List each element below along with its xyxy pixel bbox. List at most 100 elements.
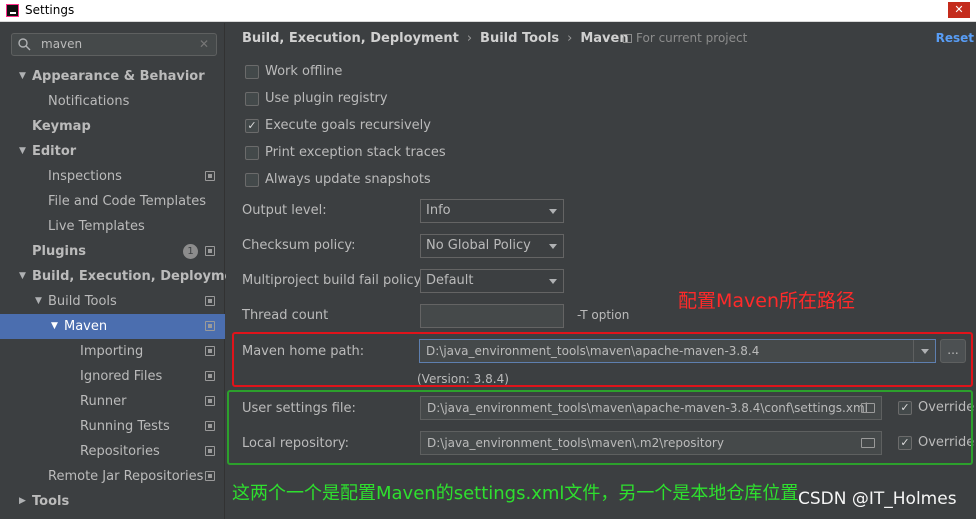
sidebar-item-label: Build Tools [48,294,117,309]
check-icon[interactable]: ✓ [245,119,259,133]
sidebar-item-running-tests[interactable]: Running Tests [0,414,225,439]
sidebar-item-label: Notifications [48,94,130,109]
sidebar-item-label: Live Templates [48,219,145,234]
chevron-down-icon[interactable]: ▼ [19,64,26,89]
maven-home-highlight-box [232,332,973,387]
sidebar-item-appearance-behavior[interactable]: ▼ Appearance & Behavior [0,64,225,89]
sidebar-item-label: Importing [80,344,144,359]
project-scope-icon [205,171,215,181]
close-window-button[interactable]: ✕ [948,2,970,18]
project-scope-icon [205,396,215,406]
breadcrumb-separator: › [466,31,473,46]
checksum-policy-label: Checksum policy: [242,238,356,253]
breadcrumb: Build, Execution, Deployment › Build Tools… [242,31,629,46]
fail-policy-label: Multiproject build fail policy: [242,273,425,288]
project-scope-icon [205,296,215,306]
project-scope-icon [205,346,215,356]
sidebar-item-tools[interactable]: ▶ Tools [0,489,225,514]
sidebar-item-label: Inspections [48,169,122,184]
breadcrumb-item[interactable]: Build, Execution, Deployment [242,31,459,46]
sidebar-item-file-code-templates[interactable]: File and Code Templates [0,189,225,214]
sidebar-item-build-tools[interactable]: ▼ Build Tools [0,289,225,314]
sidebar-item-label: Editor [32,144,77,159]
settings-sidebar: maven ✕ ▼ Appearance & Behavior Notifica… [0,23,249,519]
checkbox-label: Always update snapshots [265,172,431,187]
clear-search-icon[interactable]: ✕ [199,37,209,51]
sidebar-item-plugins[interactable]: Plugins 1 [0,239,225,264]
fail-policy-value: Default [426,273,474,288]
sidebar-item-label: Repositories [80,444,160,459]
for-current-project-note: For current project [623,31,747,45]
chevron-down-icon[interactable]: ▼ [35,289,42,314]
sidebar-item-ignored-files[interactable]: Ignored Files [0,364,225,389]
sidebar-item-build-execution-deployment[interactable]: ▼ Build, Execution, Deployment [0,264,249,289]
chevron-down-icon [549,244,557,249]
thread-count-input[interactable] [420,304,564,328]
for-project-label: For current project [636,31,748,45]
sidebar-item-label: Ignored Files [80,369,163,384]
breadcrumb-item[interactable]: Build Tools [480,31,559,46]
project-scope-icon [205,371,215,381]
checkbox-label: Work offline [265,64,343,79]
search-input[interactable]: maven [41,37,82,51]
project-scope-icon [623,34,632,43]
sidebar-item-label: Build, Execution, Deployment [32,269,249,284]
thread-count-label: Thread count [242,308,329,323]
chevron-down-icon[interactable]: ▶ [19,489,26,514]
checkbox-label: Use plugin registry [265,91,388,106]
checkbox-label: Execute goals recursively [265,118,431,133]
csdn-watermark: CSDN @IT_Holmes [798,489,957,509]
plugins-update-badge: 1 [183,244,198,259]
red-annotation-text: 配置Maven所在路径 [678,290,856,312]
intellij-app-icon [6,4,19,17]
sidebar-item-label: Plugins [32,244,86,259]
sidebar-item-live-templates[interactable]: Live Templates [0,214,225,239]
chevron-down-icon[interactable]: ▼ [19,139,26,164]
checksum-policy-select[interactable]: No Global Policy [420,234,564,258]
project-scope-icon [205,246,215,256]
settings-search[interactable]: maven ✕ [11,33,217,56]
search-icon [18,38,31,51]
sidebar-item-importing[interactable]: Importing [0,339,225,364]
sidebar-item-remote-jar-repositories[interactable]: Remote Jar Repositories [0,464,225,489]
reset-link[interactable]: Reset [936,31,974,45]
sidebar-item-label: Maven [64,319,108,334]
breadcrumb-separator: › [567,31,573,46]
checkbox-box[interactable] [245,92,259,106]
checkbox-box[interactable] [245,65,259,79]
checkbox-box[interactable] [245,146,259,160]
t-option-hint: -T option [577,308,630,322]
sidebar-item-label: Tools [32,494,70,509]
checkbox-box[interactable] [245,173,259,187]
breadcrumb-item: Maven [580,31,629,46]
window-title: Settings [25,3,75,17]
output-level-label: Output level: [242,203,327,218]
chevron-down-icon[interactable]: ▼ [51,314,58,339]
chevron-down-icon [549,209,557,214]
project-scope-icon [205,446,215,456]
sidebar-item-keymap[interactable]: Keymap [0,114,225,139]
chevron-down-icon [549,279,557,284]
project-scope-icon [205,471,215,481]
checksum-policy-value: No Global Policy [426,238,531,253]
sidebar-item-label: Appearance & Behavior [32,69,205,84]
sidebar-item-label: File and Code Templates [48,194,206,209]
green-annotation-text: 这两个一个是配置Maven的settings.xml文件，另一个是本地仓库位置 [232,483,799,504]
project-scope-icon [205,421,215,431]
sidebar-item-label: Keymap [32,119,91,134]
chevron-down-icon[interactable]: ▼ [19,264,26,289]
sidebar-item-repositories[interactable]: Repositories [0,439,225,464]
sidebar-item-inspections[interactable]: Inspections [0,164,225,189]
window-titlebar: Settings ✕ [0,0,976,22]
sidebar-item-maven[interactable]: ▼ Maven [0,314,225,339]
sidebar-item-runner[interactable]: Runner [0,389,225,414]
output-level-value: Info [426,203,451,218]
sidebar-item-editor[interactable]: ▼ Editor [0,139,225,164]
output-level-select[interactable]: Info [420,199,564,223]
project-scope-icon [205,321,215,331]
checkbox-label: Print exception stack traces [265,145,446,160]
sidebar-item-label: Remote Jar Repositories [48,469,204,484]
sidebar-item-notifications[interactable]: Notifications [0,89,225,114]
fail-policy-select[interactable]: Default [420,269,564,293]
sidebar-item-label: Running Tests [80,419,170,434]
